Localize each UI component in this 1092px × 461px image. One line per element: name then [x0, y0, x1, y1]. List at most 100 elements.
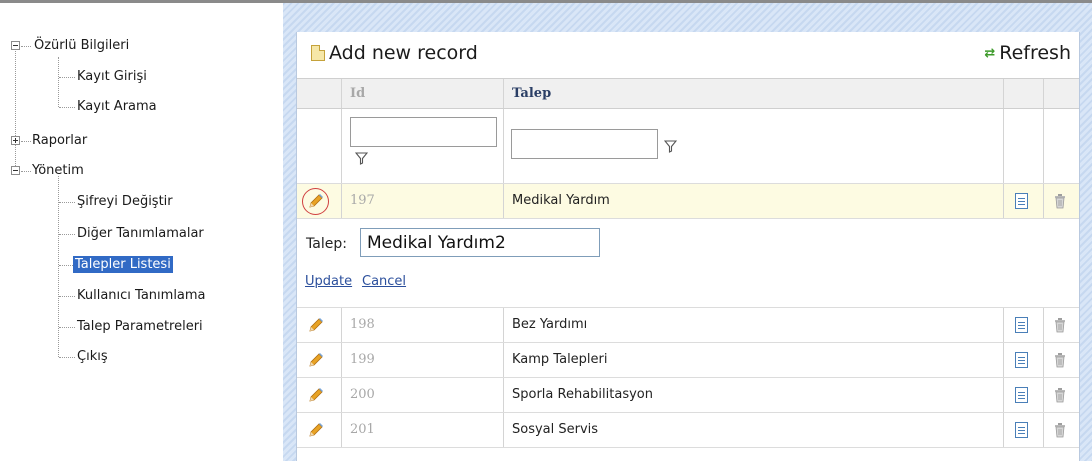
trash-icon[interactable]: [1054, 352, 1066, 368]
column-separator: [1043, 413, 1044, 447]
tree-node-kayit-arama[interactable]: Kayıt Arama: [77, 98, 157, 115]
cell-id: 199: [350, 352, 375, 367]
refresh-icon: ⇄: [984, 45, 996, 61]
cell-talep: Medikal Yardım: [512, 193, 610, 208]
grid-command-bar: Add new record ⇄ Refresh: [297, 32, 1079, 78]
tree-connector: [21, 171, 31, 172]
column-separator: [341, 184, 342, 218]
column-separator: [341, 308, 342, 342]
tree-branch-line: [58, 57, 59, 107]
tree-node-yonetim[interactable]: Yönetim: [32, 162, 84, 179]
trash-icon[interactable]: [1054, 422, 1066, 438]
column-separator: [341, 343, 342, 377]
column-separator: [1043, 109, 1044, 183]
grid-header: Id Talep: [297, 78, 1079, 109]
column-separator: [1003, 378, 1004, 412]
column-separator: [1043, 378, 1044, 412]
column-separator: [1003, 79, 1004, 108]
column-separator: [1003, 184, 1004, 218]
column-separator: [341, 413, 342, 447]
document-icon[interactable]: [1015, 317, 1028, 333]
trash-icon[interactable]: [1054, 387, 1066, 403]
trash-icon[interactable]: [1054, 317, 1066, 333]
cancel-link[interactable]: Cancel: [362, 274, 406, 289]
update-link[interactable]: Update: [305, 274, 352, 289]
cell-id: 201: [350, 422, 375, 437]
pencil-icon[interactable]: [308, 422, 324, 438]
column-separator: [503, 378, 504, 412]
tree-node-cikis[interactable]: Çıkış: [77, 348, 108, 365]
tree-node-kullanici-tanimlama[interactable]: Kullanıcı Tanımlama: [77, 287, 206, 304]
add-new-record-button[interactable]: Add new record: [311, 42, 478, 64]
table-row[interactable]: 198 Bez Yardımı: [297, 308, 1079, 343]
collapse-toggle-icon[interactable]: [11, 41, 20, 50]
column-separator: [503, 413, 504, 447]
column-separator: [503, 308, 504, 342]
tree-node-kayit-girisi[interactable]: Kayıt Girişi: [77, 68, 147, 85]
cell-id: 198: [350, 317, 375, 332]
tree-node-diger-tanimlamalar[interactable]: Diğer Tanımlamalar: [77, 225, 204, 242]
tree-connector: [59, 296, 75, 297]
talep-grid: Add new record ⇄ Refresh Id Talep 197 Me…: [296, 32, 1080, 461]
cell-talep: Sosyal Servis: [512, 422, 599, 437]
column-separator: [1043, 79, 1044, 108]
tree-node-sifreyi-degistir[interactable]: Şifreyi Değiştir: [77, 193, 173, 210]
document-icon[interactable]: [1015, 193, 1028, 209]
collapse-toggle-icon[interactable]: [11, 166, 20, 175]
add-record-icon: [311, 45, 325, 61]
tree-node-ozurlu-bilgileri[interactable]: Özürlü Bilgileri: [34, 37, 129, 54]
column-separator: [341, 79, 342, 108]
tree-connector: [59, 77, 75, 78]
trash-icon[interactable]: [1054, 193, 1066, 209]
table-row-editing[interactable]: 197 Medikal Yardım: [297, 184, 1079, 219]
document-icon[interactable]: [1015, 352, 1028, 368]
document-icon[interactable]: [1015, 387, 1028, 403]
tree-connector: [21, 46, 31, 47]
talep-filter-funnel-icon[interactable]: [663, 140, 678, 157]
refresh-label: Refresh: [999, 42, 1071, 64]
column-separator: [503, 184, 504, 218]
column-separator: [503, 109, 504, 183]
edit-talep-label: Talep:: [306, 236, 347, 252]
column-header-id[interactable]: Id: [350, 79, 365, 108]
tree-connector: [59, 265, 73, 266]
pencil-icon[interactable]: [308, 317, 324, 333]
column-separator: [1043, 308, 1044, 342]
column-separator: [1043, 184, 1044, 218]
pencil-icon[interactable]: [308, 387, 324, 403]
edit-form: Talep: Update Cancel: [297, 219, 1079, 308]
column-separator: [341, 109, 342, 183]
column-separator: [1003, 343, 1004, 377]
refresh-button[interactable]: ⇄ Refresh: [984, 42, 1071, 64]
filter-row: [297, 109, 1079, 184]
table-row[interactable]: 199 Kamp Talepleri: [297, 343, 1079, 378]
id-filter-funnel-icon[interactable]: [354, 152, 369, 169]
tree-connector: [59, 202, 75, 203]
document-icon[interactable]: [1015, 422, 1028, 438]
expand-toggle-icon[interactable]: [11, 136, 20, 145]
tree-branch-line: [58, 176, 59, 357]
column-separator: [1003, 109, 1004, 183]
tree-connector: [21, 141, 31, 142]
id-filter-input[interactable]: [350, 117, 497, 147]
tree-node-talep-parametreleri[interactable]: Talep Parametreleri: [77, 318, 203, 335]
cell-id: 200: [350, 387, 375, 402]
add-new-record-label: Add new record: [329, 42, 478, 64]
column-header-talep[interactable]: Talep: [512, 79, 551, 108]
edit-highlight-circle: [302, 188, 329, 215]
tree-node-raporlar[interactable]: Raporlar: [32, 132, 87, 149]
table-row[interactable]: 200 Sporla Rehabilitasyon: [297, 378, 1079, 413]
tree-connector: [59, 107, 75, 108]
column-separator: [1043, 343, 1044, 377]
column-separator: [1003, 308, 1004, 342]
cell-talep: Sporla Rehabilitasyon: [512, 387, 653, 402]
tree-connector: [59, 234, 75, 235]
edit-talep-input[interactable]: [360, 228, 600, 257]
pencil-icon[interactable]: [308, 352, 324, 368]
cell-talep: Kamp Talepleri: [512, 352, 608, 367]
tree-node-talepler-listesi[interactable]: Talepler Listesi: [73, 256, 173, 273]
table-row[interactable]: 201 Sosyal Servis: [297, 413, 1079, 448]
column-separator: [503, 79, 504, 108]
cell-talep: Bez Yardımı: [512, 317, 588, 332]
talep-filter-input[interactable]: [511, 129, 658, 159]
